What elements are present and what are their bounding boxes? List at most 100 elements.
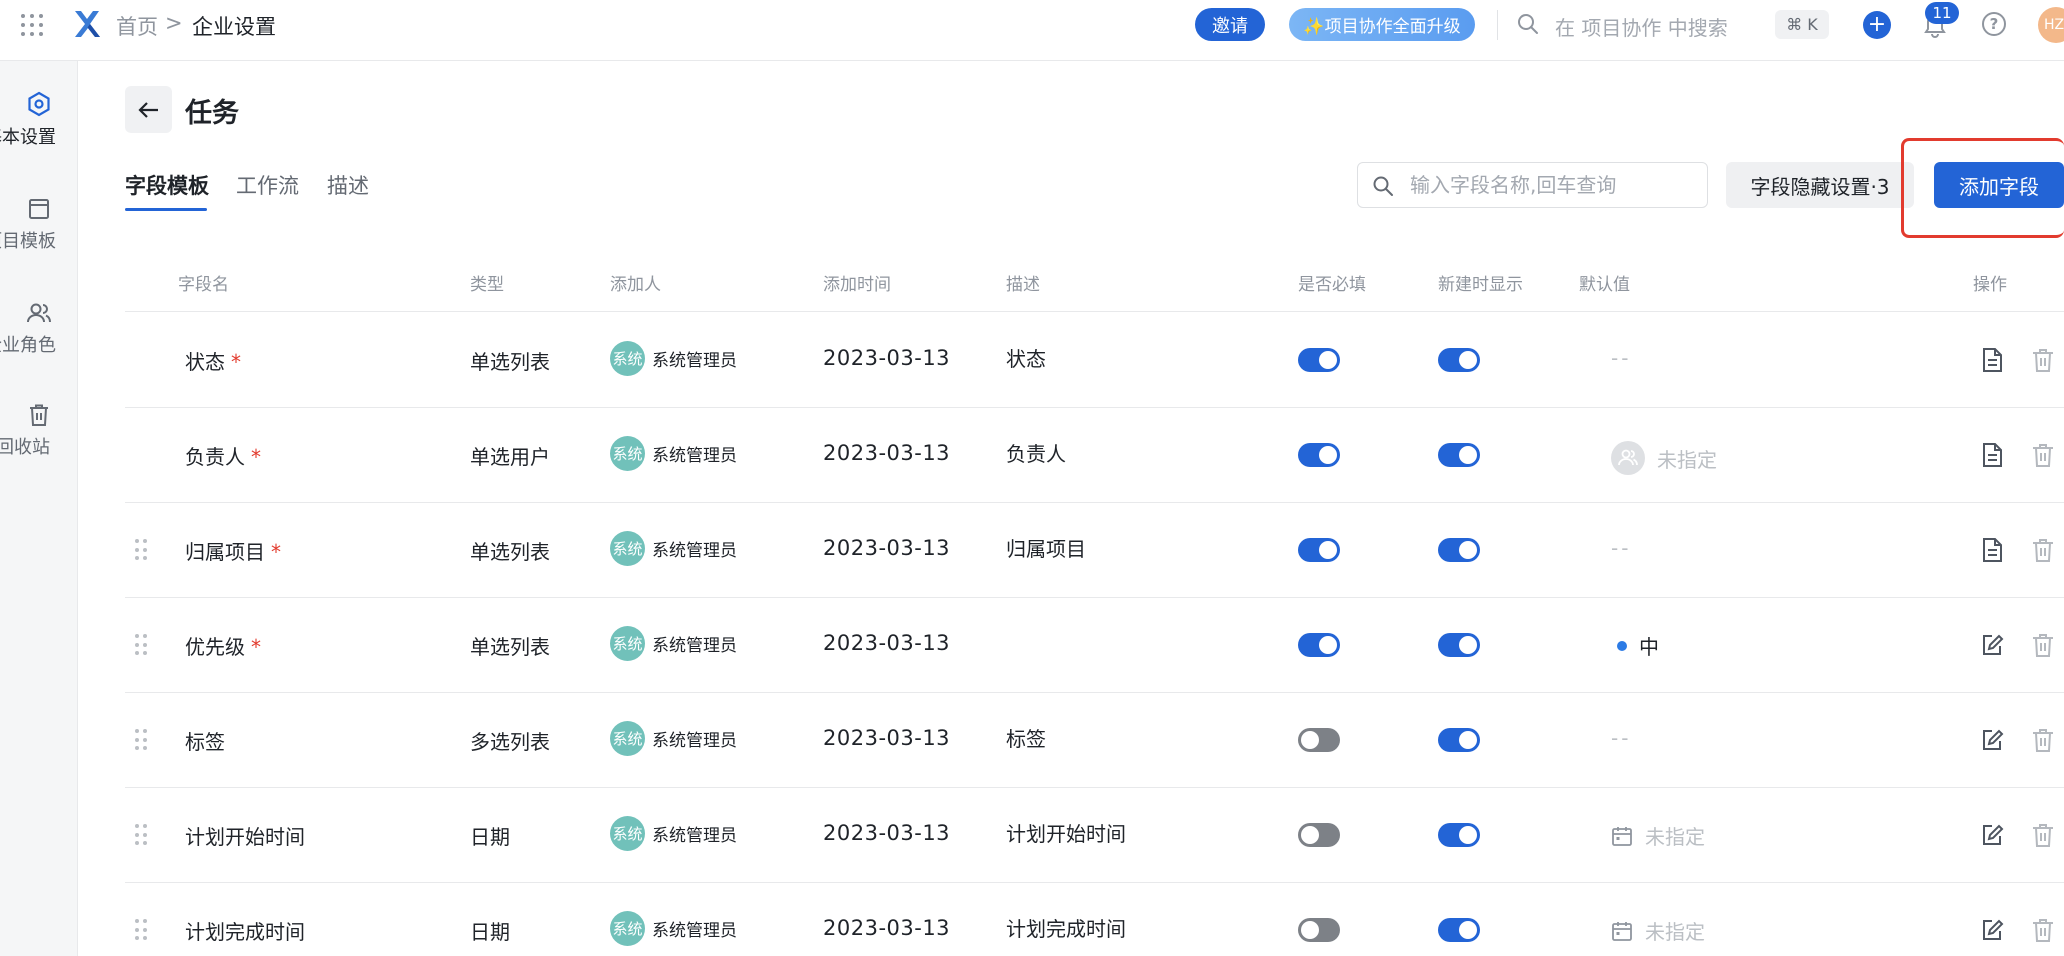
document-icon[interactable] (1980, 347, 2004, 373)
edit-icon[interactable] (1980, 822, 2004, 848)
sidebar-item-basic-settings[interactable]: 基本设置 (0, 91, 78, 149)
table-row[interactable]: 计划完成时间 日期 系统 系统管理员 2023-03-13 计划完成时间 未指定 (125, 883, 2064, 956)
field-type: 日期 (470, 825, 510, 849)
default-value-text: -- (1611, 346, 1632, 370)
user-avatar[interactable]: HZ (2038, 7, 2064, 43)
search-icon[interactable] (1516, 12, 1540, 36)
field-name: 状态 * (185, 346, 241, 375)
calendar-icon (1612, 826, 1632, 846)
drag-handle-icon[interactable] (135, 634, 147, 656)
field-description: 计划完成时间 (1006, 917, 1126, 941)
field-hide-settings-button[interactable]: 字段隐藏设置·3 (1726, 162, 1914, 208)
field-name-text: 负责人 (185, 445, 245, 469)
table-row[interactable]: 归属项目 * 单选列表 系统 系统管理员 2023-03-13 归属项目 -- (125, 503, 2064, 598)
invite-button[interactable]: 邀请 (1195, 8, 1265, 41)
table-header: 字段名 类型 添加人 添加时间 描述 是否必填 新建时显示 默认值 操作 (125, 262, 2064, 312)
drag-handle-icon[interactable] (135, 539, 147, 561)
delete-icon[interactable] (2031, 822, 2055, 848)
table-row[interactable]: 优先级 * 单选列表 系统 系统管理员 2023-03-13 中 (125, 598, 2064, 693)
back-button[interactable] (125, 86, 172, 133)
create-plus-button[interactable]: + (1863, 11, 1891, 39)
apps-grid-icon[interactable] (21, 14, 43, 36)
sidebar-item-enterprise-roles[interactable]: 企业角色 (0, 301, 78, 357)
adder-name: 系统管理员 (652, 541, 737, 561)
header-actions: 操作 (1973, 275, 2007, 295)
header-add-time: 添加时间 (823, 275, 891, 295)
sidebar-item-label: 基本设置 (0, 127, 56, 148)
header-description: 描述 (1006, 275, 1040, 295)
document-icon[interactable] (1980, 442, 2004, 468)
adder-avatar: 系统 (610, 626, 645, 661)
edit-icon[interactable] (1980, 917, 2004, 943)
adder-avatar: 系统 (610, 721, 645, 756)
adder-avatar: 系统 (610, 531, 645, 566)
add-date: 2023-03-13 (823, 916, 951, 940)
default-value-text: 未指定 (1657, 447, 1717, 472)
drag-handle-icon[interactable] (135, 919, 147, 941)
tab-field-templates[interactable]: 字段模板 (125, 170, 209, 200)
field-search-input[interactable] (1410, 171, 1700, 199)
required-toggle[interactable] (1298, 633, 1340, 657)
show-on-create-toggle[interactable] (1438, 728, 1480, 752)
required-toggle[interactable] (1298, 728, 1340, 752)
field-name: 标签 (185, 726, 231, 755)
edit-icon[interactable] (1980, 632, 2004, 658)
drag-handle-icon[interactable] (135, 824, 147, 846)
default-value-text: -- (1611, 726, 1632, 750)
delete-icon[interactable] (2031, 442, 2055, 468)
show-on-create-toggle[interactable] (1438, 443, 1480, 467)
field-name: 优先级 * (185, 631, 261, 660)
field-type: 单选列表 (470, 350, 550, 374)
required-toggle[interactable] (1298, 918, 1340, 942)
field-name: 负责人 * (185, 441, 261, 470)
shortcut-hint: ⌘ K (1775, 10, 1829, 39)
show-on-create-toggle[interactable] (1438, 918, 1480, 942)
field-description: 标签 (1006, 727, 1046, 751)
help-icon[interactable]: ? (1982, 12, 2006, 36)
header-required: 是否必填 (1298, 275, 1366, 295)
calendar-icon (1612, 921, 1632, 941)
top-bar: 首页 > 企业设置 邀请 ✨项目协作全面升级 在 项目协作 中搜索 ⌘ K + … (0, 0, 2064, 61)
field-type: 单选列表 (470, 635, 550, 659)
breadcrumb-home[interactable]: 首页 (116, 11, 158, 41)
edit-icon[interactable] (1980, 727, 2004, 753)
delete-icon[interactable] (2031, 917, 2055, 943)
delete-icon[interactable] (2031, 537, 2055, 563)
field-name-text: 计划开始时间 (185, 825, 305, 849)
adder: 系统 系统管理员 (610, 816, 737, 851)
table-row[interactable]: 计划开始时间 日期 系统 系统管理员 2023-03-13 计划开始时间 未指定 (125, 788, 2064, 883)
show-on-create-toggle[interactable] (1438, 823, 1480, 847)
app-logo[interactable] (72, 8, 102, 40)
adder-name: 系统管理员 (652, 351, 737, 371)
tab-workflow[interactable]: 工作流 (236, 170, 299, 200)
show-on-create-toggle[interactable] (1438, 633, 1480, 657)
delete-icon[interactable] (2031, 347, 2055, 373)
document-icon[interactable] (1980, 537, 2004, 563)
default-value: -- (1594, 726, 1631, 750)
required-toggle[interactable] (1298, 348, 1340, 372)
upgrade-banner-button[interactable]: ✨项目协作全面升级 (1289, 8, 1475, 41)
table-row[interactable]: 负责人 * 单选用户 系统 系统管理员 2023-03-13 负责人 未指定 (125, 408, 2064, 503)
required-toggle[interactable] (1298, 823, 1340, 847)
required-toggle[interactable] (1298, 538, 1340, 562)
field-name: 计划完成时间 (185, 916, 311, 945)
breadcrumb-current: 企业设置 (192, 15, 276, 39)
table-row[interactable]: 状态 * 单选列表 系统 系统管理员 2023-03-13 状态 -- (125, 313, 2064, 408)
user-placeholder-icon (1611, 441, 1645, 475)
add-date: 2023-03-13 (823, 821, 951, 845)
field-search-box[interactable] (1357, 162, 1708, 208)
global-search-input[interactable]: 在 项目协作 中搜索 (1555, 12, 1728, 41)
show-on-create-toggle[interactable] (1438, 348, 1480, 372)
tab-description[interactable]: 描述 (327, 170, 369, 200)
sidebar-item-recycle-bin[interactable]: 回收站 (0, 403, 78, 459)
required-toggle[interactable] (1298, 443, 1340, 467)
show-on-create-toggle[interactable] (1438, 538, 1480, 562)
delete-icon[interactable] (2031, 632, 2055, 658)
default-value: 未指定 (1594, 821, 1705, 850)
drag-handle-icon[interactable] (135, 729, 147, 751)
sidebar-item-project-templates[interactable]: 项目模板 (0, 197, 78, 253)
default-value-text: 中 (1639, 635, 1659, 659)
notification-badge: 11 (1925, 2, 1959, 24)
table-row[interactable]: 标签 多选列表 系统 系统管理员 2023-03-13 标签 -- (125, 693, 2064, 788)
delete-icon[interactable] (2031, 727, 2055, 753)
